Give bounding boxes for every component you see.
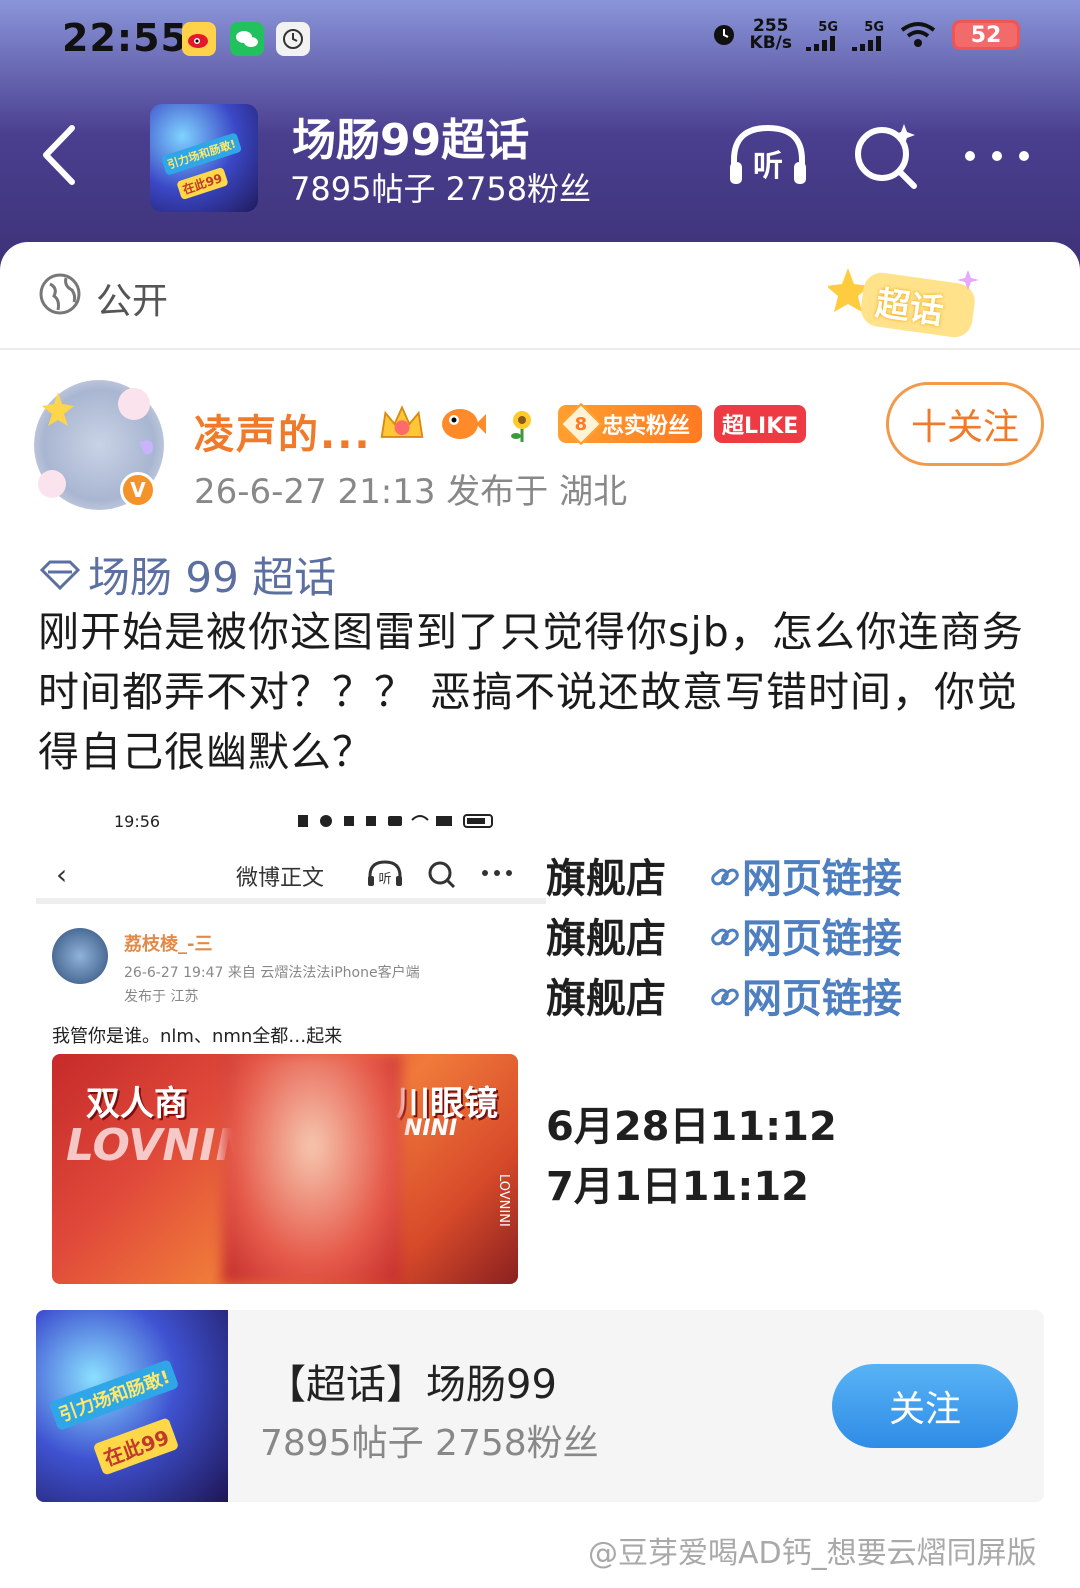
- store-link-row: 旗舰店 网页链接: [546, 916, 902, 962]
- chaohua-badge: 超话: [826, 264, 998, 342]
- user-badges: 8 忠实粉丝 超LIKE: [378, 400, 807, 448]
- topic-title: 场肠99超话: [292, 115, 530, 166]
- embedded-search-icon: [426, 858, 458, 894]
- embedded-status-icons: [296, 812, 506, 834]
- post-card: 公开 超话 V 凌声的... 8 忠实粉丝 超LIKE 26-6-27 21:1…: [0, 242, 1080, 1588]
- search-icon: [855, 124, 917, 189]
- embedded-avatar: [52, 928, 108, 984]
- watermark: @豆芽爱喝AD钙_想要云熠同屏版: [588, 1536, 1037, 1571]
- embedded-username: 荔枝棱_-三: [124, 934, 213, 955]
- link-icon: [711, 988, 739, 1006]
- follow-user-button[interactable]: 十关注: [886, 382, 1044, 466]
- visibility-label: 公开: [96, 281, 169, 322]
- loyal-fan-badge: 8 忠实粉丝: [558, 402, 703, 446]
- clock-app-icon: [276, 22, 310, 56]
- embedded-screenshot[interactable]: 19:56 ‹ 微博正文 听 荔枝棱_-三 26-6-27 19:47 来自 云…: [36, 804, 546, 1284]
- search-button[interactable]: [852, 120, 922, 194]
- battery-indicator: 52: [952, 20, 1020, 50]
- status-bar: 22:55 255 KB/s 5G 5G 52: [0, 0, 1080, 80]
- web-link[interactable]: 网页链接: [708, 916, 902, 962]
- globe-icon: [39, 273, 81, 315]
- diamond-icon: [39, 560, 81, 590]
- chevron-left-icon: [43, 125, 75, 185]
- web-link[interactable]: 网页链接: [708, 856, 902, 902]
- embedded-back-icon: ‹: [56, 858, 68, 891]
- wechat-app-icon: [230, 22, 264, 56]
- post-meta: 26-6-27 21:13 发布于 湖北: [194, 472, 628, 512]
- net-speed: 255 KB/s: [749, 16, 792, 53]
- embedded-location: 发布于 江苏: [124, 989, 199, 1005]
- back-button[interactable]: [36, 120, 86, 190]
- visibility-row: 公开 超话: [0, 242, 1080, 350]
- fan-level-icon: 8: [559, 402, 603, 446]
- crown-badge-icon: [378, 400, 426, 448]
- blurred-person: [222, 1054, 402, 1284]
- web-link[interactable]: 网页链接: [708, 976, 902, 1022]
- alarm-icon: [713, 25, 734, 45]
- svg-text:听: 听: [753, 149, 783, 184]
- topic-stats: 7895帖子 2758粉丝: [290, 170, 592, 208]
- embedded-nav: ‹ 微博正文 听: [36, 848, 546, 904]
- topic-card-stats: 7895帖子 2758粉丝: [260, 1423, 599, 1464]
- embedded-product-image: LOVNINI 双人商 川眼镜 NINI LOVNINI: [52, 1054, 518, 1284]
- topic-card-thumbnail: 引力场和肠敢! 在此99: [36, 1310, 228, 1502]
- topic-card[interactable]: 引力场和肠敢! 在此99 【超话】场肠99 7895帖子 2758粉丝 关注: [36, 1310, 1044, 1502]
- store-link-row: 旗舰店 网页链接: [546, 856, 902, 902]
- embedded-text: 我管你是谁。nlm、nmn全都…起来: [52, 1026, 343, 1047]
- verified-badge: V: [120, 472, 156, 508]
- store-link-row: 旗舰店 网页链接: [546, 976, 902, 1022]
- status-indicators: 255 KB/s 5G 5G 52: [712, 18, 1020, 52]
- topic-tag[interactable]: 场肠 99 超话: [38, 544, 336, 605]
- username[interactable]: 凌声的...: [194, 402, 372, 460]
- listen-button[interactable]: 听: [726, 120, 810, 194]
- topic-card-title: 【超话】场肠99: [266, 1362, 557, 1408]
- post-text: 刚开始是被你这图雷到了只觉得你sjb，怎么你连商务时间都弄不对？？？ 恶搞不说还…: [38, 608, 1024, 776]
- topic-nav-bar: 引力场和肠敢! 在此99 场肠99超话 7895帖子 2758粉丝 听: [0, 96, 1080, 216]
- wifi-icon: [900, 22, 936, 47]
- weibo-app-icon: [182, 22, 216, 56]
- status-time: 22:55: [62, 16, 188, 60]
- super-like-badge: 超LIKE: [714, 405, 807, 443]
- more-icon: [965, 151, 1029, 161]
- date-line: 7月1日11:12: [546, 1164, 809, 1210]
- date-line: 6月28日11:12: [546, 1104, 837, 1150]
- embedded-more-icon: [480, 858, 514, 894]
- more-button[interactable]: [962, 120, 1032, 194]
- signal-icon: 5G: [852, 20, 884, 51]
- embedded-nav-title: 微博正文: [236, 866, 325, 891]
- headphones-icon: 听: [730, 124, 806, 184]
- link-icon: [711, 928, 739, 946]
- link-icon: [711, 868, 739, 886]
- embedded-meta: 26-6-27 19:47 来自 云熠法法法iPhone客户端: [124, 965, 420, 981]
- flower-badge-icon: [498, 400, 546, 448]
- fish-badge-icon: [438, 400, 486, 448]
- embedded-status-time: 19:56: [114, 812, 161, 831]
- svg-text:听: 听: [378, 872, 391, 887]
- embedded-headphones-icon: 听: [366, 858, 404, 894]
- topic-thumbnail[interactable]: 引力场和肠敢! 在此99: [150, 104, 258, 212]
- signal-icon: 5G: [806, 20, 838, 51]
- follow-topic-button[interactable]: 关注: [832, 1364, 1018, 1448]
